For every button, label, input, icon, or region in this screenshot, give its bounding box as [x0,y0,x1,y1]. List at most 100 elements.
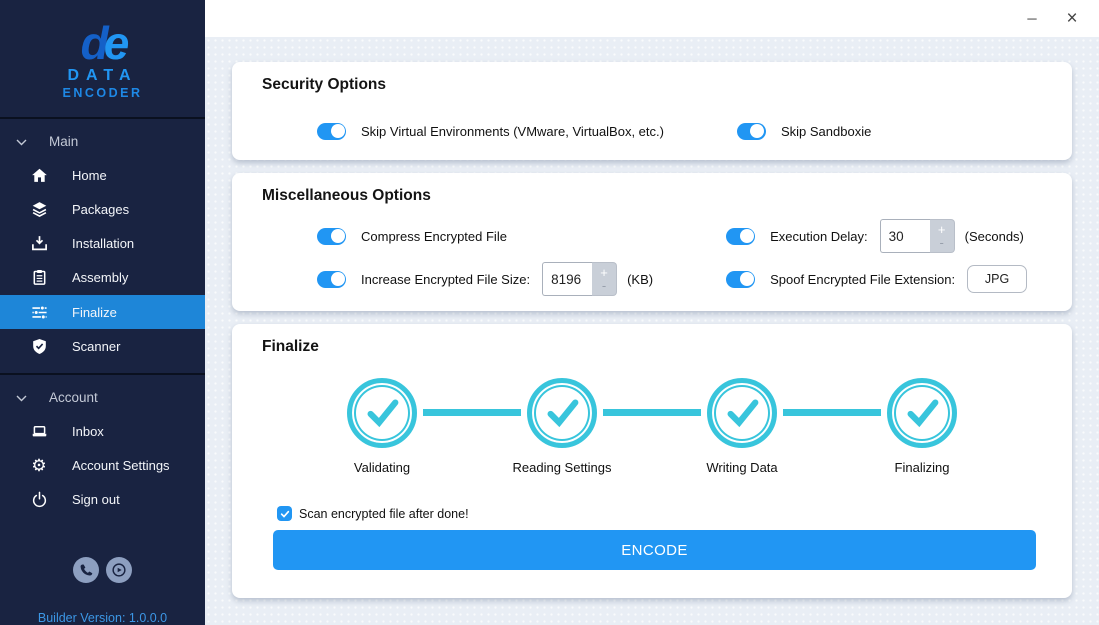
execution-delay-input[interactable] [879,219,930,253]
toggle-label: Skip Sandboxie [780,123,872,139]
sidebar-item-inbox[interactable]: Inbox [0,415,205,449]
step-reading-settings: Reading Settings [513,378,612,475]
logo-word-encoder: ENCODER [62,86,143,101]
sidebar-item-account-settings[interactable]: ⚙ Account Settings [0,449,205,483]
logo-word-data: DATA [67,67,138,85]
checkbox-label: Scan encrypted file after done! [299,506,469,521]
toggle-label: Execution Delay: [770,228,868,244]
close-button[interactable]: × [1055,5,1089,33]
spinner-down-button[interactable]: - [602,279,606,292]
spoof-extension-toggle[interactable] [726,270,756,288]
spoof-extension-input[interactable] [967,265,1028,293]
miscellaneous-options-card: Miscellaneous Options Compress Encrypted… [232,173,1072,311]
sidebar-item-assembly[interactable]: Assembly [0,261,205,295]
step-circle [527,378,597,448]
toggle-knob [330,229,345,243]
sidebar-item-installation[interactable]: Installation [0,227,205,261]
step-connector [603,409,701,416]
progress-steps: Validating Reading Settings Writing Data… [232,378,1072,478]
chevron-down-icon [16,134,27,149]
content-area: Security Options Skip Virtual Environmen… [205,37,1099,625]
step-writing-data: Writing Data [706,378,778,475]
sidebar-item-label: Packages [72,202,130,218]
toggle-knob [739,272,754,286]
gear-icon: ⚙ [31,456,47,476]
sidebar-item-home[interactable]: Home [0,158,205,192]
step-connector [423,409,521,416]
shield-check-icon [30,337,48,355]
toggle-knob [739,229,754,243]
section-header-account[interactable]: Account [0,381,205,414]
finalize-card: Finalize Validating Reading Settings Wri… [232,324,1072,598]
inbox-icon [30,423,48,441]
sidebar-divider [0,373,205,376]
titlebar: ─ × [205,0,1099,37]
check-icon [907,399,939,428]
toggle-label: Increase Encrypted File Size: [361,271,531,287]
skip-sandboxie-toggle[interactable] [736,122,766,140]
builder-version: Builder Version: 1.0.0.0 [37,610,168,625]
logo-letter-d: d [80,17,109,70]
sidebar-item-packages[interactable]: Packages [0,193,205,227]
toggle-knob [330,124,345,138]
app-logo: de DATA ENCODER [0,0,205,120]
clipboard-icon [30,269,48,287]
minimize-button[interactable]: ─ [1015,5,1049,33]
execution-delay-toggle[interactable] [726,227,756,245]
spinner-down-button[interactable]: - [939,236,943,249]
encode-button[interactable]: ENCODE [273,530,1036,570]
sidebar: de DATA ENCODER Main Home Packages Insta… [0,0,205,625]
sidebar-item-finalize[interactable]: Finalize [0,295,205,330]
check-icon [727,399,759,428]
step-label: Reading Settings [512,460,612,475]
toggle-label: Spoof Encrypted File Extension: [770,271,956,287]
scan-after-done-checkbox[interactable] [277,506,292,521]
sidebar-item-label: Sign out [72,492,120,508]
unit-label: (Seconds) [964,228,1024,244]
sidebar-item-label: Installation [72,236,135,252]
step-label: Writing Data [706,460,778,475]
section-label: Account [49,390,98,406]
sidebar-item-label: Finalize [72,304,117,320]
step-label: Validating [353,460,411,475]
chevron-down-icon [16,390,27,405]
check-icon [280,510,289,518]
sidebar-item-scanner[interactable]: Scanner [0,329,205,363]
section-header-main[interactable]: Main [0,125,205,158]
social-links [0,556,205,583]
toggle-knob [330,272,345,286]
layers-icon [30,201,48,219]
sidebar-item-label: Account Settings [72,458,170,474]
home-icon [30,166,48,184]
number-spinner: + - [929,219,955,253]
step-circle [707,378,777,448]
skip-virtual-environments-toggle[interactable] [317,122,346,140]
card-title: Finalize [262,338,319,355]
file-size-input[interactable] [542,262,593,296]
toggle-label: Compress Encrypted File [361,228,507,244]
toggle-knob [750,124,765,138]
compress-file-toggle[interactable] [317,227,346,245]
app-window: de DATA ENCODER Main Home Packages Insta… [0,0,1099,625]
youtube-play-icon[interactable] [106,556,132,583]
check-icon [547,399,579,428]
increase-file-size-toggle[interactable] [317,270,346,288]
step-circle [887,378,957,448]
main-area: ─ × Security Options Skip Virtual Enviro… [205,0,1099,625]
logo-monogram: de [81,20,130,66]
number-spinner: + - [592,262,618,296]
check-icon [367,399,399,428]
step-circle [347,378,417,448]
step-finalizing: Finalizing [887,378,957,475]
sliders-icon [30,303,48,321]
phone-icon[interactable] [73,556,99,583]
step-label: Finalizing [894,460,950,475]
card-title: Security Options [262,76,387,93]
step-connector [783,409,881,416]
power-icon [30,491,48,509]
sidebar-item-sign-out[interactable]: Sign out [0,483,205,517]
install-download-icon [30,235,48,253]
logo-letter-e: e [103,17,129,70]
sidebar-item-label: Inbox [72,424,104,440]
section-label: Main [49,134,79,150]
